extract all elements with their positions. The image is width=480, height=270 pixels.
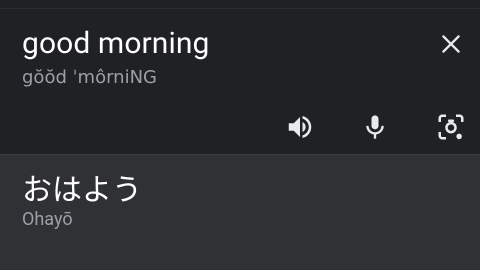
translated-text[interactable]: おはよう [22, 169, 142, 205]
camera-search-icon [438, 114, 464, 140]
top-strip [0, 0, 480, 9]
translation-panel[interactable]: おはよう Ohayō [0, 155, 480, 270]
close-icon [442, 35, 460, 53]
speaker-icon [288, 116, 312, 138]
voice-input-button[interactable] [357, 109, 393, 145]
camera-search-button[interactable] [433, 109, 469, 145]
listen-button[interactable] [282, 109, 318, 145]
source-pronunciation: gŏŏd ˈmôrniNG [22, 67, 157, 88]
source-text[interactable]: good morning [22, 26, 209, 62]
clear-button[interactable] [434, 27, 468, 61]
source-panel[interactable]: good morning gŏŏd ˈmôrniNG [0, 9, 480, 155]
microphone-icon [366, 115, 384, 139]
translation-transliteration: Ohayō [22, 209, 73, 230]
